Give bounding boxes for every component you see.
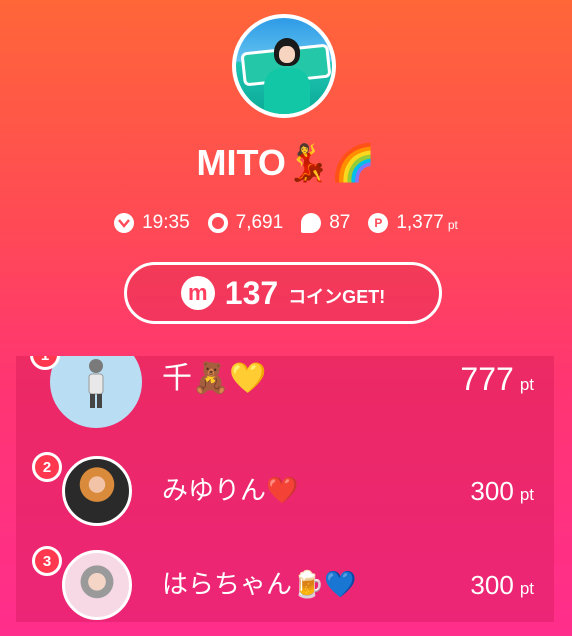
heart-icon bbox=[114, 213, 135, 233]
ranking-list: 1 千🧸💛 777pt 2 みゆりん❤️ 300pt 3 はらちゃん🍺💙 300… bbox=[16, 356, 554, 622]
ranking-points-unit: pt bbox=[519, 579, 534, 598]
stat-viewers-value: 7,691 bbox=[235, 212, 284, 233]
ranking-points-value: 777 bbox=[460, 361, 514, 397]
stat-comments: 87 bbox=[301, 212, 350, 234]
ranking-row[interactable]: 1 千🧸💛 777pt bbox=[16, 356, 554, 444]
stat-comments-value: 87 bbox=[329, 212, 351, 233]
avatar-face-graphic bbox=[279, 46, 295, 63]
ranking-points-value: 300 bbox=[470, 476, 514, 506]
stat-points-unit: pt bbox=[447, 218, 458, 232]
avatar-shirt-graphic bbox=[264, 68, 310, 114]
stat-points: P 1,377 pt bbox=[368, 212, 458, 234]
target-icon bbox=[207, 213, 228, 233]
comment-icon bbox=[301, 213, 322, 233]
ranking-points-unit: pt bbox=[519, 485, 534, 504]
profile-avatar[interactable] bbox=[232, 14, 336, 118]
ranking-points: 300 pt bbox=[470, 444, 534, 538]
ranking-name: 千🧸💛 bbox=[162, 361, 267, 396]
ranking-name: はらちゃん🍺💙 bbox=[162, 570, 357, 600]
ranking-row[interactable]: 3 はらちゃん🍺💙 300 pt bbox=[16, 538, 554, 622]
ranking-avatar[interactable] bbox=[62, 456, 132, 526]
ranking-avatar[interactable] bbox=[50, 356, 142, 428]
ranking-points: 777 pt bbox=[460, 356, 534, 426]
ranking-avatar[interactable] bbox=[62, 550, 132, 620]
rank-badge: 3 bbox=[32, 546, 62, 576]
stat-points-value: 1,377 bbox=[396, 212, 444, 233]
p-icon: P bbox=[368, 213, 389, 233]
ranking-points-value: 300 bbox=[470, 570, 514, 600]
ranking-points-unit: pt bbox=[519, 375, 534, 394]
coin-amount: 137 bbox=[224, 274, 279, 311]
coin-m-icon: m bbox=[180, 276, 215, 310]
ranking-row[interactable]: 2 みゆりん❤️ 300 pt bbox=[16, 444, 554, 538]
ranking-name: みゆりん❤️ bbox=[162, 476, 299, 506]
coin-get-label: コインGET! bbox=[288, 287, 386, 307]
stats-bar: 19:35 7,691 87 P 1,377 pt bbox=[0, 212, 572, 234]
stat-viewers: 7,691 bbox=[207, 212, 284, 234]
rank-badge: 2 bbox=[32, 452, 62, 482]
stat-time-value: 19:35 bbox=[142, 212, 190, 233]
coin-get-button[interactable]: m 137 コインGET! bbox=[124, 262, 442, 324]
profile-name: MITO💃🌈 bbox=[196, 142, 376, 183]
ranking-points: 300 pt bbox=[470, 538, 534, 622]
stat-time: 19:35 bbox=[114, 212, 190, 234]
